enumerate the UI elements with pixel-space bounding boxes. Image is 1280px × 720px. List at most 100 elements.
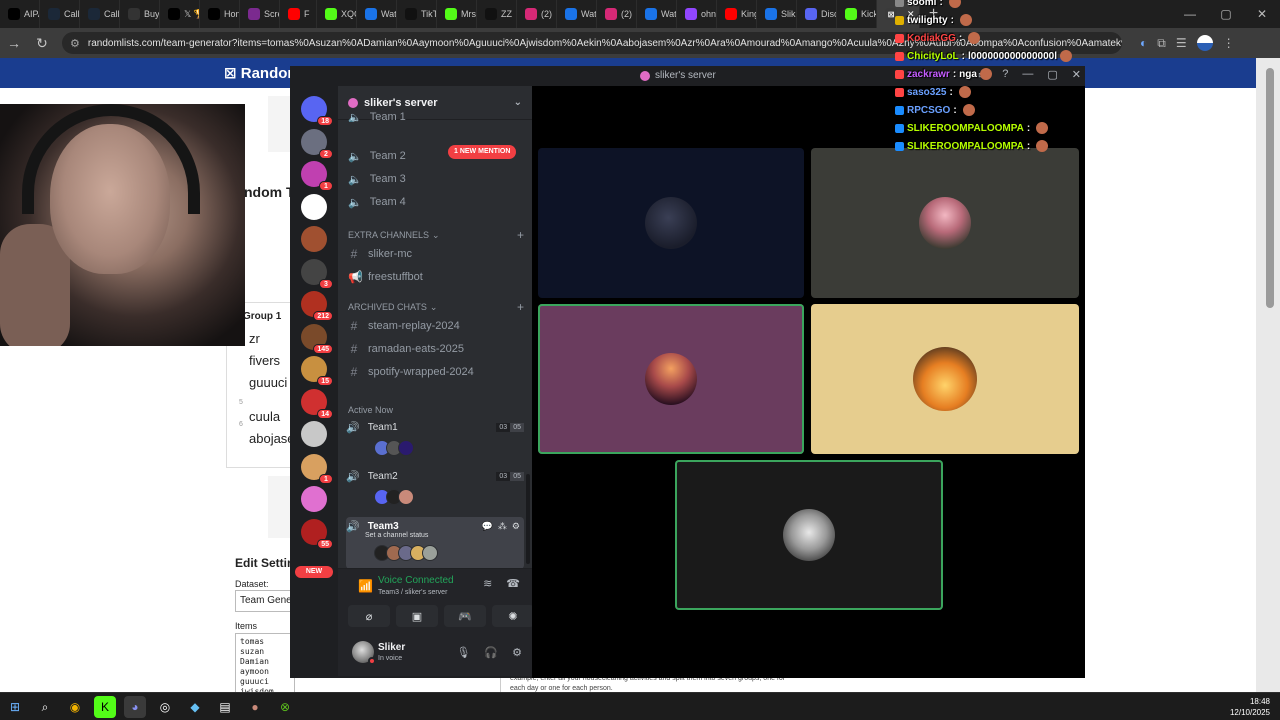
new-mention-badge[interactable]: 1 NEW MENTION [448, 145, 517, 159]
username[interactable]: Sliker [378, 642, 405, 653]
system-clock[interactable]: 18:48 12/10/2025 [1230, 696, 1270, 718]
headphones-icon[interactable]: 🎧 [484, 646, 498, 659]
browser-tab[interactable]: Wat [637, 0, 677, 28]
browser-tab[interactable]: Wat [557, 0, 597, 28]
voice-channel[interactable]: 🔈 Team 1 [346, 112, 522, 122]
announcement-channel[interactable]: 📢 freestuffbot [346, 267, 522, 287]
reload-icon[interactable]: ↻ [28, 29, 56, 57]
server-icon[interactable]: 14 [301, 388, 333, 419]
noise-suppression-icon[interactable]: ≋ [483, 577, 492, 590]
avatar[interactable] [398, 440, 414, 456]
server-icon[interactable] [301, 193, 327, 220]
participant-tile-speaking[interactable] [538, 304, 804, 454]
browser-tab[interactable]: F [280, 0, 317, 28]
browser-tab[interactable]: Slik [757, 0, 797, 28]
invite-icon[interactable]: ⁂ [498, 521, 507, 532]
channel-scrollbar[interactable] [526, 474, 530, 564]
xbox-icon[interactable]: ⊗ [274, 696, 296, 718]
kick-app-icon[interactable]: K [94, 696, 116, 718]
browser-tab[interactable]: Call [40, 0, 80, 28]
browser-tab[interactable]: Disc [797, 0, 837, 28]
browser-tab[interactable]: TikT [397, 0, 437, 28]
windows-start-icon[interactable]: ⊞ [4, 696, 26, 718]
active-voice-channel-selected[interactable]: 🔊 Team3 💬 ⁂ ⚙ Set a channel status [346, 517, 524, 569]
browser-tab[interactable]: Kick [837, 0, 877, 28]
participant-tile-speaking[interactable] [675, 460, 943, 610]
server-icon[interactable]: 15 [301, 356, 333, 386]
close-icon[interactable]: ✕ [1244, 0, 1280, 28]
voice-connected-label[interactable]: Voice Connected [378, 575, 454, 586]
chat-bubble-icon[interactable]: 💬 [482, 521, 493, 532]
browser-tab[interactable]: Wat [357, 0, 397, 28]
server-icon[interactable] [301, 486, 327, 512]
profile-avatar[interactable] [1196, 35, 1213, 51]
steam-icon[interactable]: ◆ [184, 696, 206, 718]
extension-icon[interactable]: ◐ [1140, 36, 1147, 50]
category-archived-chats[interactable]: ARCHIVED CHATS ⌄ + [348, 300, 524, 314]
server-icon[interactable]: 212 [301, 291, 333, 321]
browser-tab[interactable]: XQC [317, 0, 357, 28]
server-icon[interactable]: 55 [301, 518, 333, 549]
text-channel[interactable]: # sliker-mc [346, 244, 522, 264]
browser-tab[interactable]: Scre [240, 0, 280, 28]
site-info-icon[interactable]: ⚙ [70, 37, 80, 50]
voice-location[interactable]: Team3 / sliker's server [378, 589, 447, 596]
app-avatar-icon[interactable]: ● [244, 696, 266, 718]
server-icon[interactable]: 1 [301, 161, 333, 191]
screen-share-button[interactable]: ▣ [396, 605, 438, 627]
discord-home-icon[interactable]: 18 [301, 96, 333, 126]
soundboard-button[interactable]: ✺ [492, 605, 534, 627]
text-channel[interactable]: # spotify-wrapped-2024 [346, 362, 522, 382]
text-channel[interactable]: # steam-replay-2024 [346, 316, 522, 336]
participant-tile[interactable] [811, 304, 1079, 454]
minimize-icon[interactable]: — [1172, 0, 1208, 28]
server-icon[interactable]: 145 [301, 323, 333, 354]
settings-gear-icon[interactable]: ⚙ [512, 521, 520, 532]
server-icon[interactable] [301, 421, 327, 447]
chevron-down-icon[interactable]: ⌄ [514, 97, 522, 108]
browser-tab[interactable]: AIPA [0, 0, 40, 28]
active-voice-channel[interactable]: 🔊 Team2 03 05 [346, 467, 524, 505]
browser-tab[interactable]: ZZ [477, 0, 517, 28]
settings-gear-icon[interactable]: ⚙ [512, 646, 522, 659]
active-voice-channel[interactable]: 🔊 Team1 03 05 [346, 418, 524, 456]
scrollbar-thumb[interactable] [1266, 68, 1274, 308]
server-icon[interactable]: 1 [301, 453, 333, 484]
browser-tab[interactable]: Buy [120, 0, 160, 28]
avatar[interactable] [422, 545, 438, 561]
items-textarea[interactable]: tomas suzan Damian aymoon guuuci jwisdom [235, 633, 295, 692]
search-icon[interactable]: ⌕ [34, 696, 56, 718]
category-extra-channels[interactable]: EXTRA CHANNELS ⌄ + [348, 228, 524, 242]
back-icon[interactable]: → [0, 29, 28, 57]
browser-tab[interactable]: ohn [677, 0, 717, 28]
text-channel[interactable]: # ramadan-eats-2025 [346, 339, 522, 359]
discord-app-icon[interactable]: ◕ [124, 696, 146, 718]
epic-games-icon[interactable]: ▤ [214, 696, 236, 718]
browser-tab[interactable]: Mrs [437, 0, 477, 28]
dataset-select[interactable]: Team Generator [235, 590, 295, 612]
server-icon[interactable]: 3 [301, 258, 333, 289]
obs-icon[interactable]: ◎ [154, 696, 176, 718]
page-scrollbar[interactable] [1256, 58, 1280, 692]
browser-tab[interactable]: Hon [200, 0, 240, 28]
reading-list-icon[interactable]: ☰ [1176, 36, 1187, 50]
add-channel-icon[interactable]: + [517, 300, 524, 314]
browser-tab[interactable]: (2) [597, 0, 637, 28]
server-icon[interactable] [301, 226, 327, 252]
participant-tile[interactable] [811, 148, 1079, 298]
maximize-icon[interactable]: ▢ [1208, 0, 1244, 28]
browser-tab[interactable]: (2) [517, 0, 557, 28]
browser-tab[interactable]: Call [80, 0, 120, 28]
microphone-icon[interactable]: 🎙 [456, 646, 470, 659]
camera-off-button[interactable]: ⌀ [348, 605, 390, 627]
extensions-puzzle-icon[interactable]: ⧉ [1157, 36, 1166, 51]
disconnect-icon[interactable]: ☎ [506, 577, 520, 590]
chrome-icon[interactable]: ◉ [64, 696, 86, 718]
signal-icon[interactable]: 📶 [358, 579, 373, 593]
add-channel-icon[interactable]: + [517, 228, 524, 242]
avatar[interactable] [398, 489, 414, 505]
server-icon[interactable]: 2 [301, 128, 333, 159]
activity-button[interactable]: 🎮 [444, 605, 486, 627]
participant-tile[interactable] [538, 148, 804, 298]
browser-tab[interactable]: 𝕏 🏆 [160, 0, 200, 28]
